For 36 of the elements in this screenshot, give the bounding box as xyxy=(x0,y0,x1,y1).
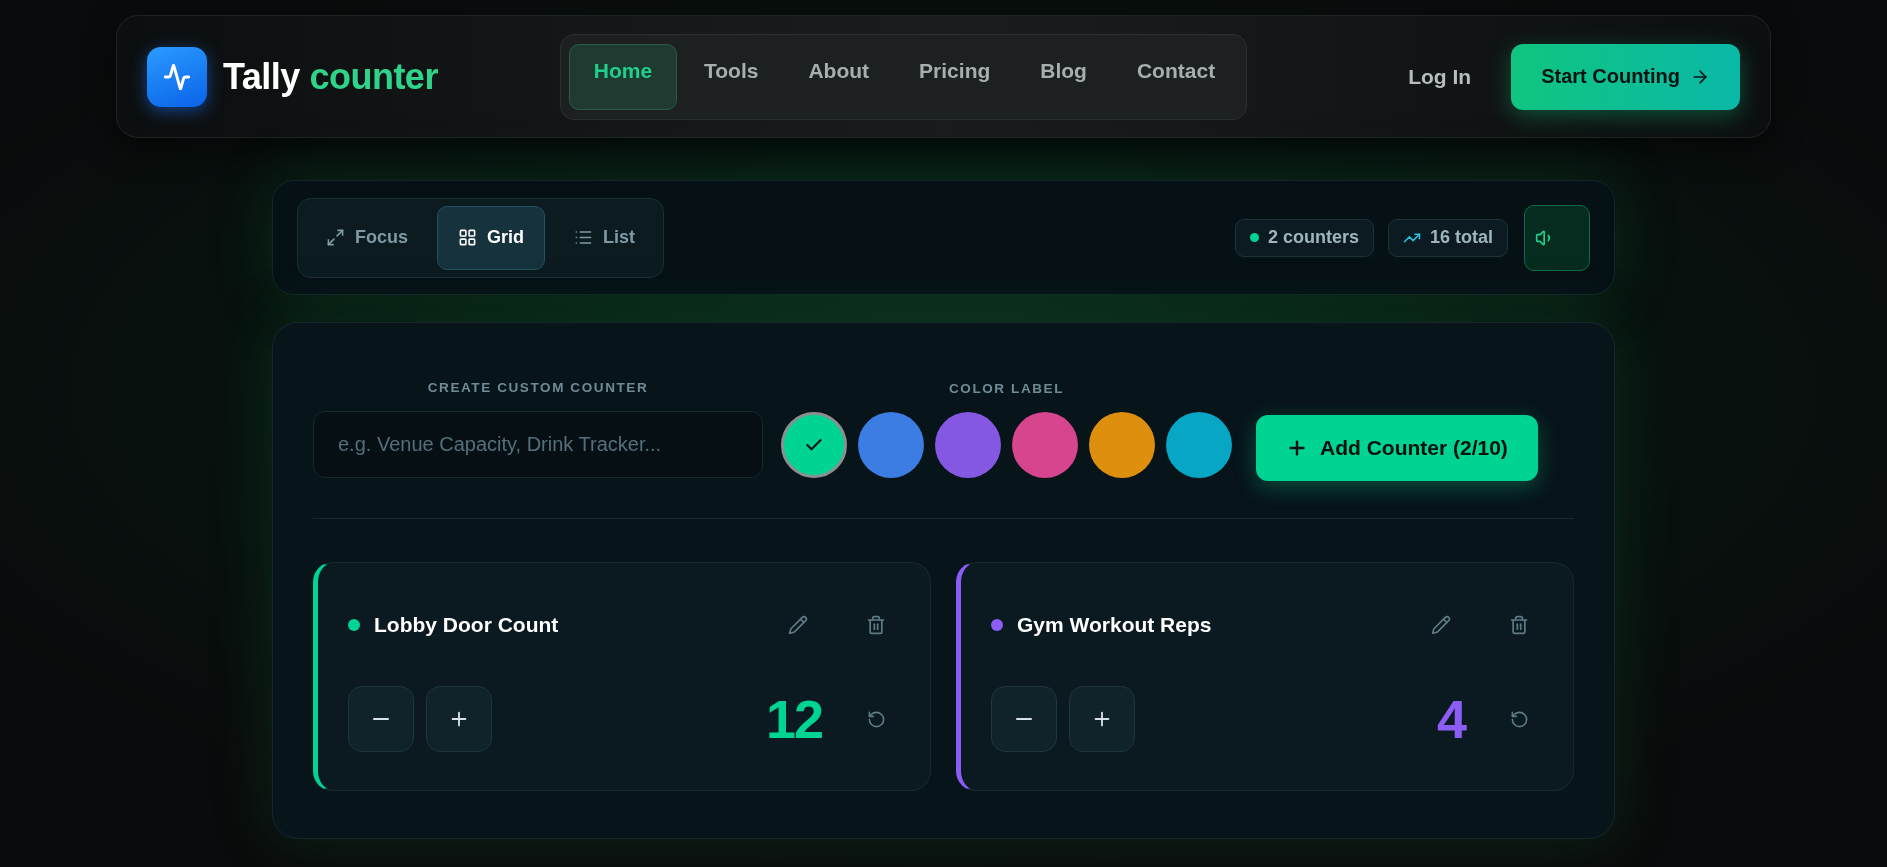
sound-button[interactable] xyxy=(1524,204,1590,271)
minus-icon xyxy=(1016,718,1032,720)
start-counting-button[interactable]: Start Counting xyxy=(1511,43,1740,110)
list-icon xyxy=(574,228,594,247)
trash-icon xyxy=(1509,614,1529,635)
login-link[interactable]: Log In xyxy=(1408,64,1472,89)
expand-icon xyxy=(326,228,345,247)
view-tab[interactable]: Focus xyxy=(305,205,429,270)
counter-value: 4 xyxy=(1436,688,1465,750)
field-caption: COLOR LABEL xyxy=(948,381,1065,396)
trash-icon xyxy=(866,614,886,635)
nav-tab[interactable]: Contact xyxy=(1113,43,1239,110)
logo-icon xyxy=(147,46,207,107)
brand-name: Tally counter xyxy=(223,55,438,98)
grid-icon xyxy=(458,228,477,247)
nav-tab[interactable]: Blog xyxy=(1017,43,1110,110)
add-counter-button[interactable]: Add Counter (2/10) xyxy=(1256,415,1538,481)
counter-name-field[interactable]: e.g. Venue Capacity, Drink Tracker... xyxy=(313,411,763,478)
nav-tab[interactable]: Tools xyxy=(681,43,782,110)
reset-icon xyxy=(1509,709,1529,729)
reset-icon xyxy=(866,709,886,729)
nav-tab[interactable]: Pricing xyxy=(896,43,1014,110)
stat-label: 16 total xyxy=(1429,227,1493,248)
counter-name: Lobby Door Count xyxy=(374,612,560,637)
status-dot xyxy=(1249,233,1259,242)
minus-icon xyxy=(373,718,389,720)
view-tab[interactable]: List xyxy=(553,205,657,270)
stat-label: 2 counters xyxy=(1267,227,1359,248)
nav-tab[interactable]: About xyxy=(785,43,893,110)
field-caption: CREATE CUSTOM COUNTER xyxy=(427,380,649,395)
pencil-icon xyxy=(1431,614,1451,635)
nav-tab[interactable]: Home xyxy=(569,43,677,110)
view-tab[interactable]: Grid xyxy=(437,205,546,270)
pencil-icon xyxy=(788,614,808,635)
counter-value: 12 xyxy=(765,688,822,750)
counter-name: Gym Workout Reps xyxy=(1017,612,1213,637)
